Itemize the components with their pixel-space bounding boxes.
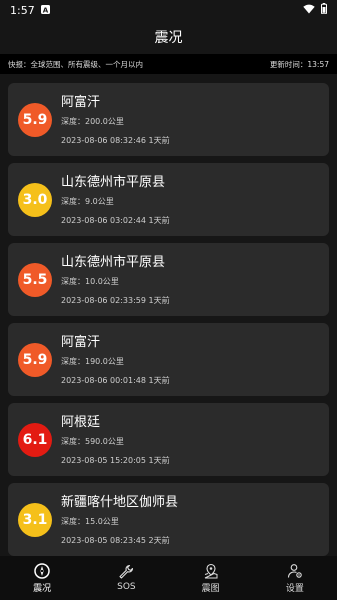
location-name: 阿富汗	[61, 94, 101, 110]
time-text: 2023-08-06 02:33:59 1天前	[61, 295, 170, 305]
magnitude-badge: 3.1	[18, 502, 52, 537]
magnitude-badge: 5.9	[18, 342, 52, 377]
svg-text:A: A	[42, 6, 48, 14]
time-text: 2023-08-06 08:32:46 1天前	[61, 135, 170, 145]
settings-person-icon	[287, 563, 302, 578]
location-name: 山东德州市平原县	[61, 174, 166, 190]
page-title: 震况	[154, 30, 183, 46]
depth-text: 深度：9.0公里	[61, 196, 114, 206]
info-bar: 快报：全球范围、所有震级、一个月以内 更新时间：13:57	[0, 54, 337, 74]
nav-item-quakes[interactable]: 震况	[7, 562, 77, 594]
filter-summary: 快报：全球范围、所有震级、一个月以内	[8, 59, 143, 69]
nav-label: 震图	[201, 583, 220, 594]
earthquake-card[interactable]: 5.5 山东德州市平原县 深度：10.0公里 2023-08-06 02:33:…	[8, 243, 329, 316]
update-time: 更新时间：13:57	[269, 59, 329, 69]
magnitude-badge: 5.5	[18, 262, 52, 297]
location-name: 新疆喀什地区伽师县	[61, 494, 179, 510]
earthquake-card[interactable]: 6.1 阿根廷 深度：590.0公里 2023-08-05 15:20:05 1…	[8, 403, 329, 476]
location-name: 阿根廷	[61, 414, 101, 430]
time-text: 2023-08-05 08:23:45 2天前	[61, 535, 170, 545]
compass-icon	[34, 562, 50, 579]
depth-text: 深度：10.0公里	[61, 276, 119, 286]
time-text: 2023-08-06 03:02:44 1天前	[61, 215, 170, 225]
app-bar: 震况	[0, 20, 337, 54]
nav-label: 震况	[33, 583, 52, 594]
earthquake-card[interactable]: 5.9 阿富汗 深度：200.0公里 2023-08-06 08:32:46 1…	[8, 83, 329, 156]
nav-item-map[interactable]: 震图	[176, 563, 246, 594]
magnitude-badge: 6.1	[18, 422, 52, 457]
earthquake-list[interactable]: 5.9 阿富汗 深度：200.0公里 2023-08-06 08:32:46 1…	[0, 76, 337, 556]
depth-text: 深度：200.0公里	[61, 116, 124, 126]
bottom-nav: 震况 SOS 震图 设置	[0, 556, 337, 600]
nav-item-settings[interactable]: 设置	[260, 563, 330, 594]
nav-label: SOS	[117, 582, 136, 592]
earthquake-card[interactable]: 3.1 新疆喀什地区伽师县 深度：15.0公里 2023-08-05 08:23…	[8, 483, 329, 556]
earthquake-card[interactable]: 3.0 山东德州市平原县 深度：9.0公里 2023-08-06 03:02:4…	[8, 163, 329, 236]
notification-a-icon: A	[40, 4, 50, 17]
time-text: 2023-08-05 15:20:05 1天前	[61, 455, 170, 465]
status-time: 1:57	[10, 3, 35, 17]
magnitude-badge: 3.0	[18, 182, 52, 217]
wifi-icon	[303, 4, 315, 17]
time-text: 2023-08-06 00:01:48 1天前	[61, 375, 170, 385]
magnitude-badge: 5.9	[18, 102, 52, 137]
location-name: 山东德州市平原县	[61, 254, 166, 270]
depth-text: 深度：590.0公里	[61, 436, 124, 446]
depth-text: 深度：190.0公里	[61, 356, 124, 366]
map-pin-icon	[204, 563, 218, 578]
nav-label: 设置	[285, 583, 304, 594]
depth-text: 深度：15.0公里	[61, 516, 119, 526]
nav-item-sos[interactable]: SOS	[91, 564, 161, 592]
earthquake-card[interactable]: 5.9 阿富汗 深度：190.0公里 2023-08-06 00:01:48 1…	[8, 323, 329, 396]
location-name: 阿富汗	[61, 334, 101, 350]
battery-icon	[321, 3, 327, 17]
wrench-icon	[119, 564, 134, 579]
status-bar: 1:57 A	[0, 0, 337, 20]
